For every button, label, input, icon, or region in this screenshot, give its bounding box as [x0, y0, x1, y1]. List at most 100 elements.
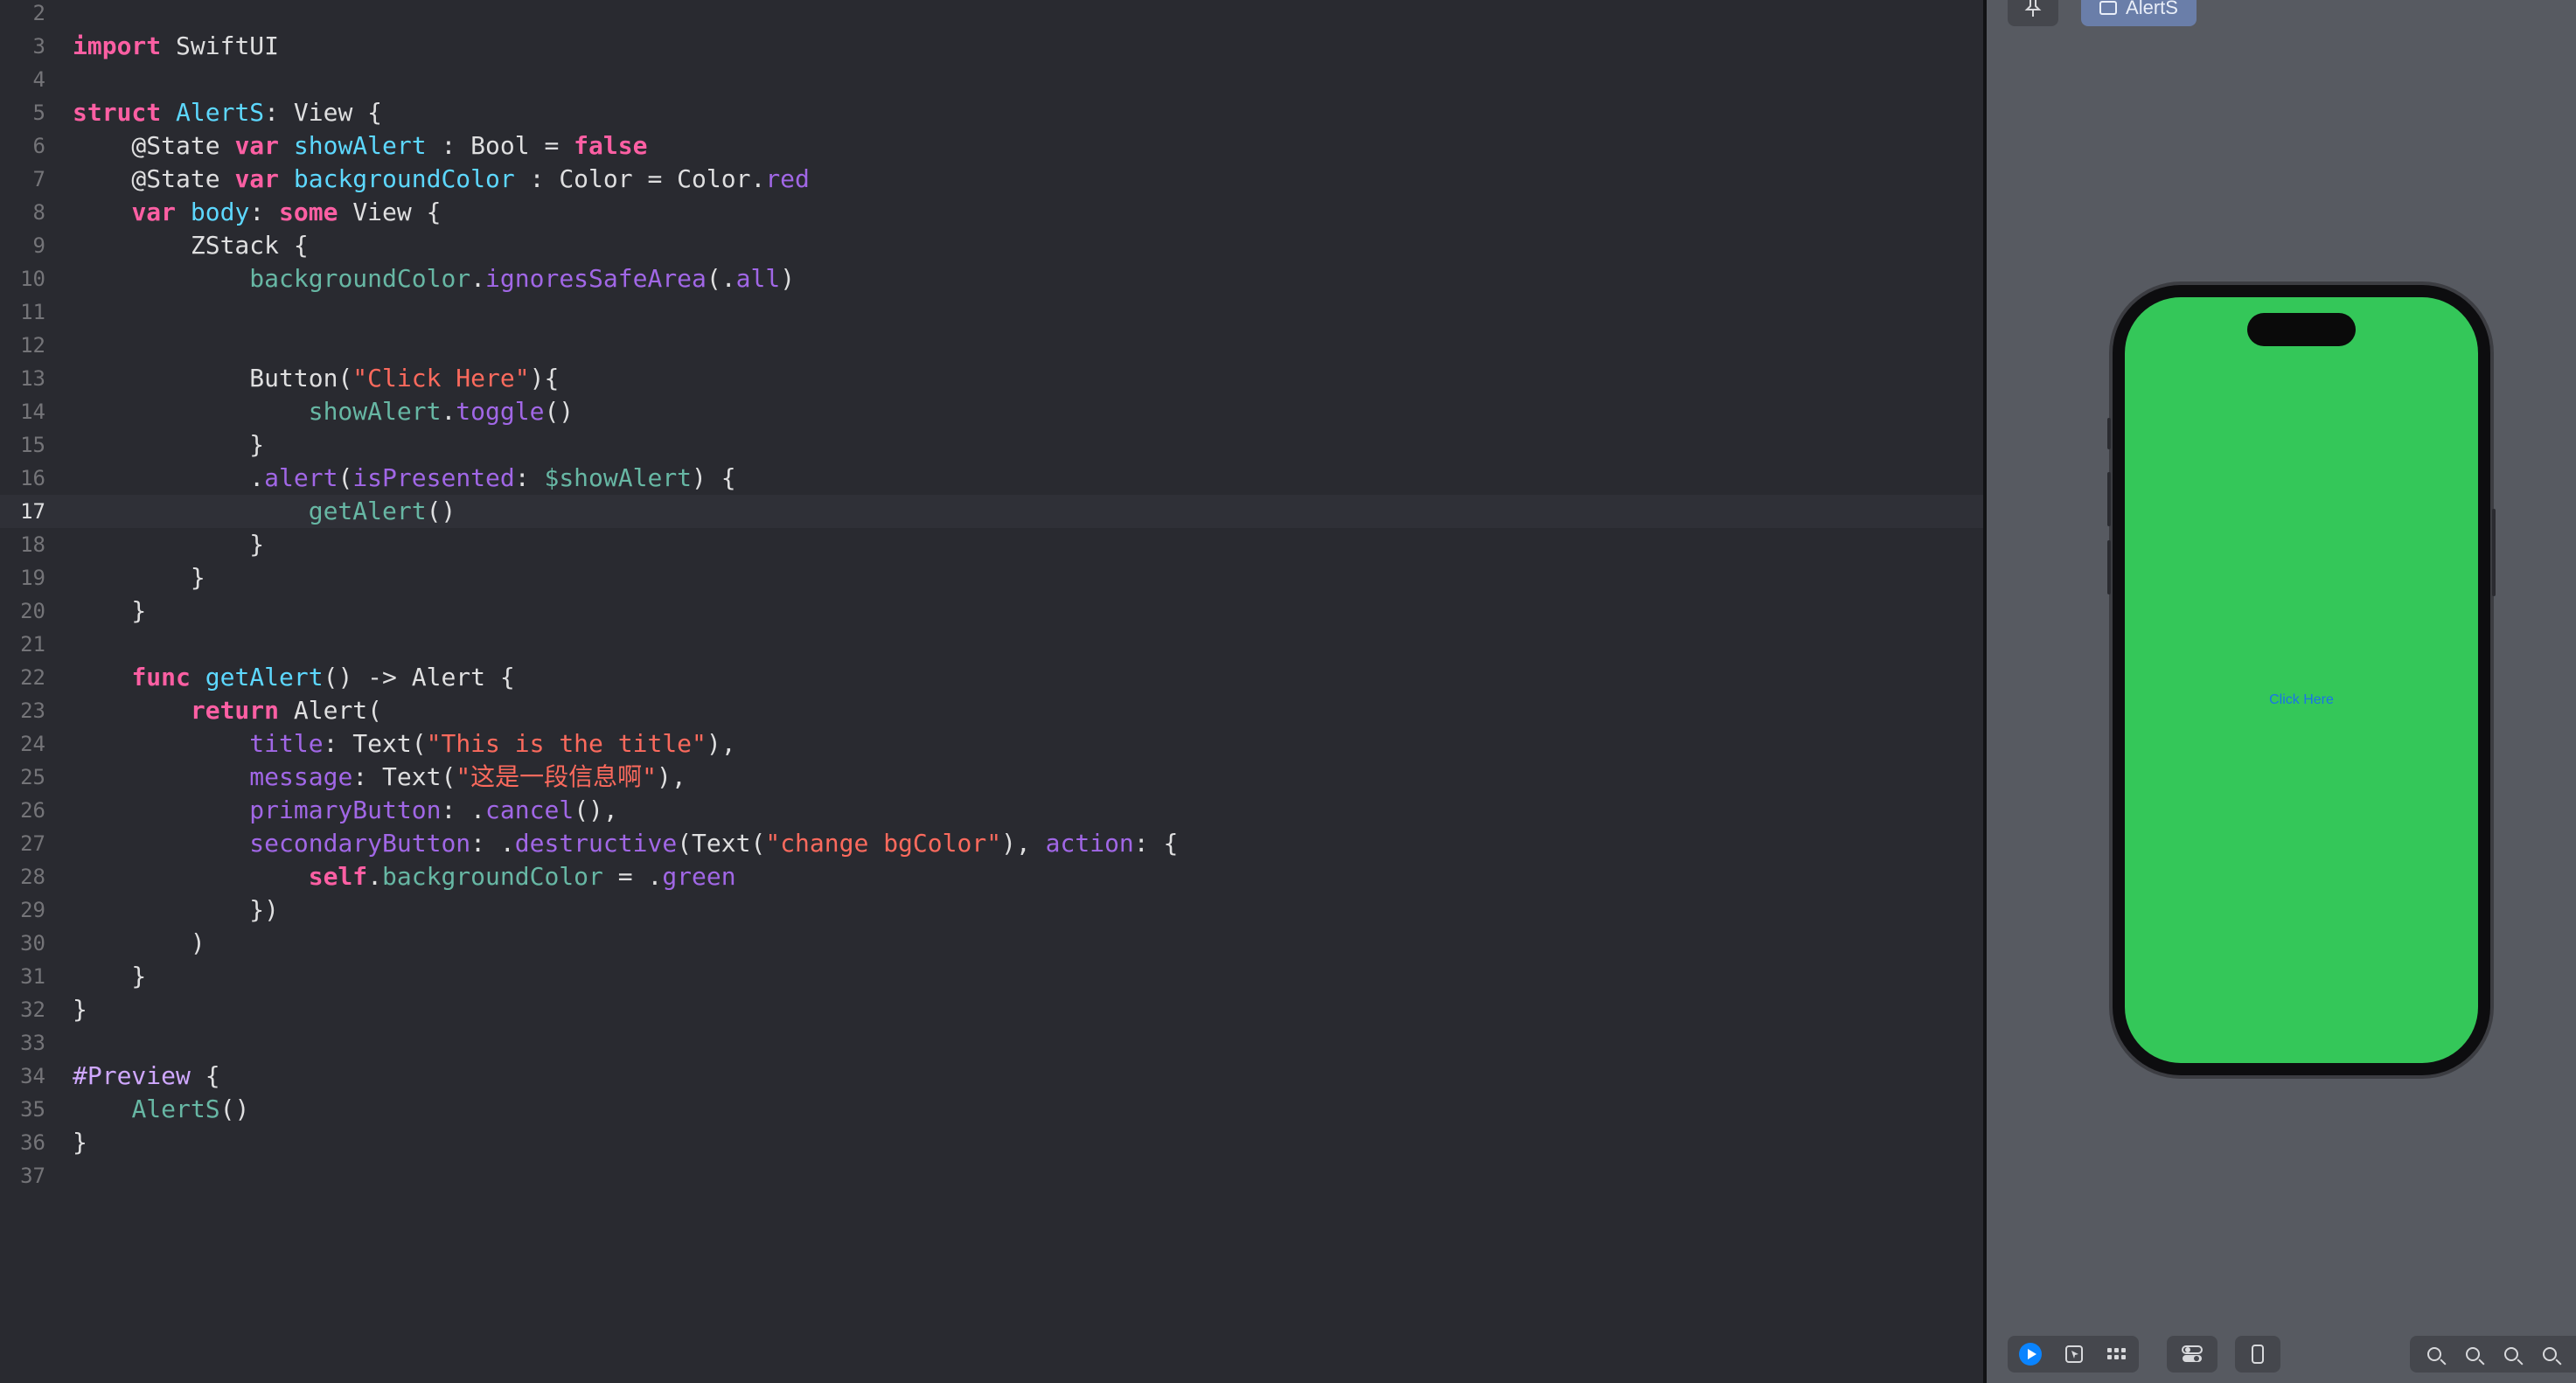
code-token: AlertS [176, 98, 265, 127]
code-token: View { [338, 198, 442, 226]
code-line[interactable]: 8 var body: some View { [0, 196, 1983, 229]
code-token: false [574, 131, 648, 160]
code-line[interactable]: 11 [0, 295, 1983, 329]
preview-tab[interactable]: AlertS [2081, 0, 2197, 26]
code-text: } [73, 1126, 87, 1159]
code-line[interactable]: 29 }) [0, 893, 1983, 927]
code-line[interactable]: 37 [0, 1159, 1983, 1192]
code-token: ), [1001, 829, 1046, 858]
device-screen: Click Here [2125, 297, 2478, 1063]
code-token: return [190, 696, 280, 725]
code-token: cancel [485, 796, 574, 824]
code-line[interactable]: 15 } [0, 428, 1983, 462]
code-token: { [190, 1061, 220, 1090]
code-line[interactable]: 36} [0, 1126, 1983, 1159]
code-line[interactable]: 6 @State var showAlert : Bool = false [0, 129, 1983, 163]
zoom-in-icon[interactable] [2543, 1347, 2557, 1361]
line-number: 17 [20, 499, 45, 524]
code-token: (), [574, 796, 618, 824]
live-preview-button[interactable] [2019, 1343, 2042, 1366]
code-token: showAlert [293, 131, 427, 160]
code-line[interactable]: 34 #Preview { [0, 1060, 1983, 1093]
code-token: ){ [529, 364, 560, 393]
code-text: } [73, 594, 146, 628]
code-token: getAlert [308, 497, 427, 525]
code-line[interactable]: 10 backgroundColor.ignoresSafeArea(.all) [0, 262, 1983, 295]
code-token: isPresented [352, 463, 515, 492]
code-token: } [73, 530, 265, 559]
line-number: 12 [20, 333, 45, 358]
code-line[interactable]: 24 title: Text("This is the title"), [0, 727, 1983, 761]
code-token: () [219, 1095, 250, 1123]
code-token: ) { [692, 463, 736, 492]
line-number: 15 [20, 433, 45, 457]
preview-icon [2099, 1, 2118, 15]
code-text: message: Text("这是一段信息啊"), [73, 761, 686, 794]
grid-icon[interactable] [2106, 1346, 2127, 1362]
code-line[interactable]: 25 message: Text("这是一段信息啊"), [0, 761, 1983, 794]
code-editor[interactable]: 2 3 import SwiftUI 4 5 struct AlertS: View {6… [0, 0, 1983, 1383]
code-line[interactable]: 21 [0, 628, 1983, 661]
code-token: green [662, 862, 736, 891]
code-line[interactable]: 16 .alert(isPresented: $showAlert) { [0, 462, 1983, 495]
code-line[interactable]: 2 [0, 0, 1983, 30]
device-settings-button[interactable] [2235, 1336, 2280, 1373]
code-line[interactable]: 28 self.backgroundColor = .green [0, 860, 1983, 893]
code-line[interactable]: 7 @State var backgroundColor : Color = C… [0, 163, 1983, 196]
line-number: 20 [20, 599, 45, 623]
code-line[interactable]: 27 secondaryButton: .destructive(Text("c… [0, 827, 1983, 860]
line-number: 27 [20, 831, 45, 856]
variants-button[interactable] [2167, 1336, 2217, 1373]
code-token: self [308, 862, 368, 891]
zoom-100-icon[interactable] [2504, 1347, 2518, 1361]
code-token: import [73, 31, 162, 60]
code-token: : . [441, 796, 486, 824]
code-text: struct AlertS: View { [73, 96, 382, 129]
code-line[interactable]: 12 [0, 329, 1983, 362]
code-token: } [73, 995, 87, 1024]
code-line[interactable]: 31 } [0, 960, 1983, 993]
code-line[interactable]: 30 ) [0, 927, 1983, 960]
code-line[interactable]: 9 ZStack { [0, 229, 1983, 262]
code-line[interactable]: 3 import SwiftUI [0, 30, 1983, 63]
code-text: ZStack { [73, 229, 309, 262]
code-token: backgroundColor [382, 862, 603, 891]
line-number: 33 [20, 1031, 45, 1055]
code-line[interactable]: 19 } [0, 561, 1983, 594]
code-token: title [249, 729, 324, 758]
dynamic-island [2247, 313, 2356, 346]
code-line[interactable]: 20 } [0, 594, 1983, 628]
code-line[interactable]: 4 [0, 63, 1983, 96]
code-text: import SwiftUI [73, 30, 279, 63]
code-line[interactable]: 35 AlertS() [0, 1093, 1983, 1126]
zoom-out-icon[interactable] [2427, 1347, 2441, 1361]
code-line[interactable]: 17 getAlert() [0, 495, 1983, 528]
code-token: ), [657, 762, 686, 791]
code-token: @State [73, 164, 235, 193]
click-here-button[interactable]: Click Here [2125, 692, 2478, 708]
code-line[interactable]: 32} [0, 993, 1983, 1026]
code-line[interactable]: 26 primaryButton: .cancel(), [0, 794, 1983, 827]
action-button [2107, 418, 2111, 449]
code-line[interactable]: 23 return Alert( [0, 694, 1983, 727]
code-token: "This is the title" [426, 729, 707, 758]
pin-preview-button[interactable] [2008, 0, 2058, 26]
preview-mode-group [2008, 1336, 2139, 1373]
code-token: . [441, 397, 456, 426]
code-line[interactable]: 5 struct AlertS: View { [0, 96, 1983, 129]
code-line[interactable]: 14 showAlert.toggle() [0, 395, 1983, 428]
code-token: message [249, 762, 353, 791]
code-token: () [544, 397, 574, 426]
code-line[interactable]: 22 func getAlert() -> Alert { [0, 661, 1983, 694]
preview-canvas[interactable]: AlertS Click Here [1987, 0, 2576, 1383]
select-icon[interactable] [2064, 1345, 2084, 1364]
zoom-fit-icon[interactable] [2466, 1347, 2480, 1361]
pin-icon [2024, 0, 2042, 17]
code-line[interactable]: 18 } [0, 528, 1983, 561]
line-number: 29 [20, 898, 45, 922]
code-line[interactable]: 13 Button("Click Here"){ [0, 362, 1983, 395]
code-line[interactable]: 33 [0, 1026, 1983, 1060]
